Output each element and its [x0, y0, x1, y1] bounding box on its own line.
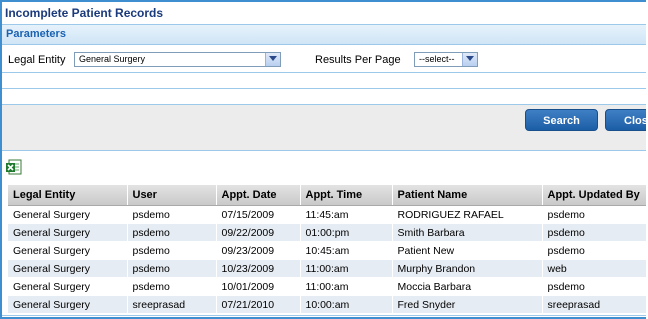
- table-cell: 01:00:pm: [300, 223, 393, 242]
- table-cell: psdemo: [542, 241, 646, 260]
- table-cell: 09/22/2009: [216, 223, 301, 242]
- results-per-page-select[interactable]: --select--: [414, 52, 478, 67]
- chevron-down-icon[interactable]: [265, 53, 280, 66]
- table-cell: RODRIGUEZ RAFAEL: [392, 205, 543, 224]
- table-cell: General Surgery: [8, 277, 128, 296]
- table-cell: 10/23/2009: [216, 259, 301, 278]
- table-cell: psdemo: [542, 277, 646, 296]
- column-header[interactable]: User: [127, 185, 217, 206]
- page-title: Incomplete Patient Records: [5, 6, 164, 20]
- table-cell: psdemo: [127, 223, 217, 242]
- table-cell: web: [542, 259, 646, 278]
- table-cell: psdemo: [127, 241, 217, 260]
- excel-export-icon[interactable]: [6, 159, 22, 175]
- table-cell: 11:00:am: [300, 259, 393, 278]
- table-row[interactable]: General Surgery psdemo 07/15/2009 11:45:…: [8, 205, 646, 224]
- table-cell: Patient New: [392, 241, 543, 260]
- table-cell: 09/23/2009: [216, 241, 301, 260]
- button-bar: Search Close: [2, 104, 646, 151]
- table-cell: 11:45:am: [300, 205, 393, 224]
- column-header[interactable]: Appt. Updated By: [542, 185, 646, 206]
- table-cell: Fred Snyder: [392, 295, 543, 314]
- table-cell: General Surgery: [8, 259, 128, 278]
- table-row[interactable]: General Surgery psdemo 10/01/2009 11:00:…: [8, 277, 646, 296]
- close-button[interactable]: Close: [605, 109, 646, 131]
- parameters-header: Parameters: [2, 25, 646, 45]
- chevron-down-icon[interactable]: [462, 53, 477, 66]
- records-table: Legal Entity User Appt. Date Appt. Time …: [8, 185, 646, 314]
- table-cell: psdemo: [127, 205, 217, 224]
- table-cell: 10:45:am: [300, 241, 393, 260]
- table-row[interactable]: General Surgery psdemo 10/23/2009 11:00:…: [8, 259, 646, 278]
- column-header[interactable]: Appt. Time: [300, 185, 393, 206]
- table-row[interactable]: General Surgery psdemo 09/22/2009 01:00:…: [8, 223, 646, 242]
- column-header[interactable]: Appt. Date: [216, 185, 301, 206]
- table-cell: psdemo: [127, 277, 217, 296]
- table-cell: 11:00:am: [300, 277, 393, 296]
- parameters-heading: Parameters: [6, 28, 66, 40]
- divider: [2, 88, 646, 89]
- table-cell: sreeprasad: [542, 295, 646, 314]
- search-button[interactable]: Search: [525, 109, 598, 131]
- legal-entity-select[interactable]: General Surgery: [74, 52, 281, 67]
- table-cell: Moccia Barbara: [392, 277, 543, 296]
- table-row[interactable]: General Surgery sreeprasad 07/21/2010 10…: [8, 295, 646, 314]
- title-bar: Incomplete Patient Records: [2, 2, 646, 25]
- legal-entity-value: General Surgery: [79, 54, 146, 64]
- results-per-page-label: Results Per Page: [315, 54, 401, 66]
- column-header[interactable]: Patient Name: [392, 185, 543, 206]
- table-cell: psdemo: [127, 259, 217, 278]
- table-cell: Smith Barbara: [392, 223, 543, 242]
- table-cell: General Surgery: [8, 205, 128, 224]
- column-header[interactable]: Legal Entity: [8, 185, 128, 206]
- table-cell: Murphy Brandon: [392, 259, 543, 278]
- results-per-page-value: --select--: [419, 54, 455, 64]
- table-cell: General Surgery: [8, 223, 128, 242]
- table-cell: General Surgery: [8, 241, 128, 260]
- table-row[interactable]: General Surgery psdemo 09/23/2009 10:45:…: [8, 241, 646, 260]
- divider: [2, 315, 646, 316]
- table-cell: 10:00:am: [300, 295, 393, 314]
- divider: [2, 72, 646, 73]
- table-cell: 07/15/2009: [216, 205, 301, 224]
- table-cell: 10/01/2009: [216, 277, 301, 296]
- table-cell: 07/21/2010: [216, 295, 301, 314]
- table-cell: sreeprasad: [127, 295, 217, 314]
- table-cell: psdemo: [542, 205, 646, 224]
- table-cell: psdemo: [542, 223, 646, 242]
- legal-entity-label: Legal Entity: [8, 54, 66, 66]
- table-cell: General Surgery: [8, 295, 128, 314]
- table-header-row: Legal Entity User Appt. Date Appt. Time …: [8, 185, 646, 206]
- report-window: Incomplete Patient Records Parameters Le…: [0, 0, 646, 319]
